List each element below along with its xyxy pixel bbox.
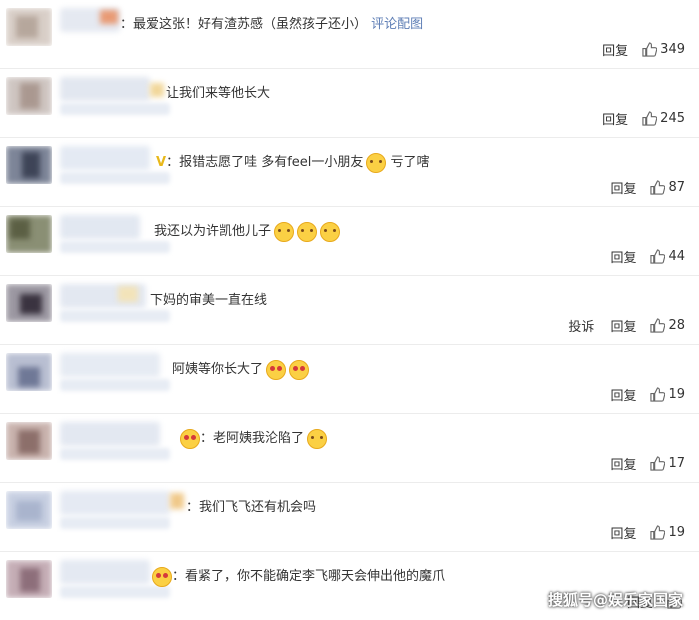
like-button[interactable]: 87: [650, 180, 685, 195]
heart-eyes-icon: [289, 359, 310, 380]
reply-button[interactable]: 回复: [610, 178, 636, 197]
vip-face-icon: [152, 566, 172, 587]
like-count: 19: [668, 525, 685, 540]
cute-face-icon: [307, 428, 328, 449]
heart-eyes-icon: [266, 359, 287, 380]
comment-item: ：老阿姨我沦陷了 回复 17: [0, 414, 699, 482]
like-count: 44: [668, 249, 685, 264]
reply-button[interactable]: 回复: [610, 454, 636, 473]
username-blurred[interactable]: [60, 491, 170, 515]
thumbs-up-icon: [650, 456, 666, 471]
avatar[interactable]: [6, 491, 52, 529]
comment-actions: 回复 44: [594, 247, 685, 266]
comment-item: ：我们飞飞还有机会吗 回复 19: [0, 483, 699, 551]
reply-button[interactable]: 回复: [610, 523, 636, 542]
avatar[interactable]: [6, 560, 52, 598]
avatar[interactable]: [6, 8, 52, 46]
reply-button[interactable]: 回复: [610, 247, 636, 266]
comment-text: 我还以为许凯他儿子: [154, 220, 341, 242]
avatar[interactable]: [6, 353, 52, 391]
avatar[interactable]: [6, 284, 52, 322]
comment-item: ：最爱这张！好有渣苏感（虽然孩子还小） 评论配图 回复 349: [0, 0, 699, 68]
thumbs-up-icon: [650, 387, 666, 402]
comment-item: 我还以为许凯他儿子 回复 44: [0, 207, 699, 275]
vip-icon: V: [156, 155, 167, 170]
like-count: 87: [668, 180, 685, 195]
vip-face-icon: [180, 428, 200, 449]
like-button[interactable]: 245: [642, 111, 685, 126]
comment-text: ：我们飞飞还有机会吗: [186, 500, 317, 515]
comment-actions: 回复 17: [594, 454, 685, 473]
username-blurred[interactable]: [60, 77, 150, 101]
thumbs-up-icon: [650, 180, 666, 195]
user-meta-blurred: [60, 448, 170, 460]
watermark: 搜狐号@娱乐家国家: [547, 591, 683, 609]
user-meta-blurred: [60, 379, 170, 391]
sad-face-icon: [366, 152, 387, 173]
username-blurred[interactable]: [60, 560, 150, 584]
like-count: 28: [668, 318, 685, 333]
like-button[interactable]: 19: [650, 525, 685, 540]
view-image-link[interactable]: 评论配图: [371, 17, 423, 32]
like-button[interactable]: 44: [650, 249, 685, 264]
username-blurred[interactable]: [60, 215, 140, 239]
reply-button[interactable]: 回复: [602, 40, 628, 59]
user-meta-blurred: [60, 310, 170, 322]
user-meta-blurred: [60, 586, 170, 598]
user-meta-blurred: [60, 172, 170, 184]
comment-actions: 回复 19: [594, 523, 685, 542]
avatar[interactable]: [6, 215, 52, 253]
comment-text: 让我们来等他长大: [166, 86, 271, 101]
thumbs-up-icon: [650, 249, 666, 264]
comment-text: ：最爱这张！好有渣苏感（虽然孩子还小） 评论配图: [120, 17, 424, 32]
like-count: 245: [660, 111, 685, 126]
comment-actions: 投诉 回复 28: [552, 316, 685, 335]
comment-actions: 回复 349: [586, 40, 685, 59]
comment-item: 让我们来等他长大 回复 245: [0, 69, 699, 137]
comment-text: 阿姨等你长大了: [172, 358, 310, 380]
like-button[interactable]: 19: [650, 387, 685, 402]
user-meta-blurred: [60, 517, 170, 529]
like-count: 17: [668, 456, 685, 471]
user-meta-blurred: [60, 241, 170, 253]
comment-actions: 回复 245: [586, 109, 685, 128]
comment-text: ：老阿姨我沦陷了: [180, 427, 328, 449]
thumbs-up-icon: [650, 525, 666, 540]
thumbs-up-icon: [642, 111, 658, 126]
comment-text: 下妈的审美一直在线: [150, 293, 268, 308]
comment-item: 下妈的审美一直在线 投诉 回复 28: [0, 276, 699, 344]
comment-item: V：报错志愿了哇 多有feel一小朋友 亏了嗐 回复 87: [0, 138, 699, 206]
comment-actions: 回复 87: [594, 178, 685, 197]
thumbs-up-icon: [650, 318, 666, 333]
comment-item: 阿姨等你长大了 回复 19: [0, 345, 699, 413]
comment-text: V：报错志愿了哇 多有feel一小朋友 亏了嗐: [156, 151, 430, 173]
user-meta-blurred: [60, 103, 170, 115]
blush-face-icon: [320, 221, 341, 242]
comment-text: ：看紧了，你不能确定李飞哪天会伸出他的魔爪: [152, 565, 445, 587]
reply-button[interactable]: 回复: [610, 385, 636, 404]
blush-face-icon: [297, 221, 318, 242]
reply-button[interactable]: 回复: [602, 109, 628, 128]
username-blurred[interactable]: [60, 422, 160, 446]
avatar[interactable]: [6, 77, 52, 115]
like-button[interactable]: 349: [642, 42, 685, 57]
like-button[interactable]: 28: [650, 318, 685, 333]
like-count: 19: [668, 387, 685, 402]
avatar[interactable]: [6, 422, 52, 460]
reply-button[interactable]: 回复: [610, 316, 636, 335]
username-blurred[interactable]: [60, 146, 150, 170]
like-button[interactable]: 17: [650, 456, 685, 471]
blush-face-icon: [274, 221, 295, 242]
like-count: 349: [660, 42, 685, 57]
avatar[interactable]: [6, 146, 52, 184]
comment-actions: 回复 19: [594, 385, 685, 404]
username-blurred[interactable]: [60, 353, 160, 377]
report-button[interactable]: 投诉: [568, 316, 594, 335]
thumbs-up-icon: [642, 42, 658, 57]
